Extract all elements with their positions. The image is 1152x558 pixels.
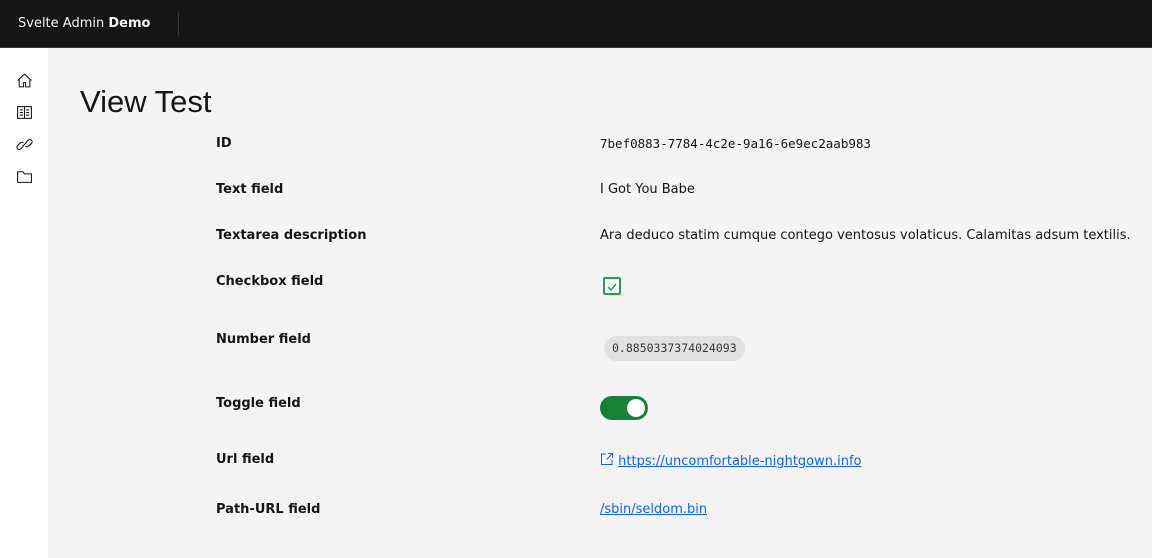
number-label: Number field (216, 332, 311, 347)
home-icon[interactable] (16, 72, 33, 89)
url-label: Url field (216, 452, 275, 467)
brand-suffix: Demo (108, 16, 151, 31)
sidebar (0, 48, 48, 558)
folder-icon[interactable] (16, 168, 33, 185)
checkbox-label: Checkbox field (216, 274, 324, 289)
id-label: ID (216, 136, 232, 151)
checkbox-checked (603, 277, 621, 295)
id-value: 7bef0883-7784-4c2e-9a16-6e9ec2aab983 (600, 136, 871, 151)
textarea-value: Ara deduco statim cumque contego ventosu… (600, 228, 1131, 243)
textarea-label: Textarea description (216, 228, 367, 243)
toggle-label: Toggle field (216, 396, 301, 411)
brand-prefix: Svelte Admin (18, 16, 105, 31)
check-icon (607, 283, 617, 292)
url-link[interactable]: https://uncomfortable-nightgown.info (618, 454, 861, 469)
toggle-switch-on (600, 396, 648, 420)
app-header: Svelte Admin Demo (0, 0, 1152, 48)
url-value: https://uncomfortable-nightgown.info (600, 452, 862, 469)
toggle-knob (627, 399, 645, 417)
text-field-value: I Got You Babe (600, 182, 695, 197)
link-icon[interactable] (16, 136, 33, 153)
external-link-icon (601, 453, 613, 465)
path-url-link[interactable]: /sbin/seldom.bin (600, 502, 707, 517)
page-title: View Test (80, 84, 212, 119)
text-field-label: Text field (216, 182, 284, 197)
header-divider (178, 12, 179, 36)
number-value-tag: 0.8850337374024093 (604, 336, 745, 361)
list-icon[interactable] (16, 104, 33, 121)
brand-link[interactable]: Svelte Admin Demo (18, 16, 150, 31)
path-url-label: Path-URL field (216, 502, 321, 517)
